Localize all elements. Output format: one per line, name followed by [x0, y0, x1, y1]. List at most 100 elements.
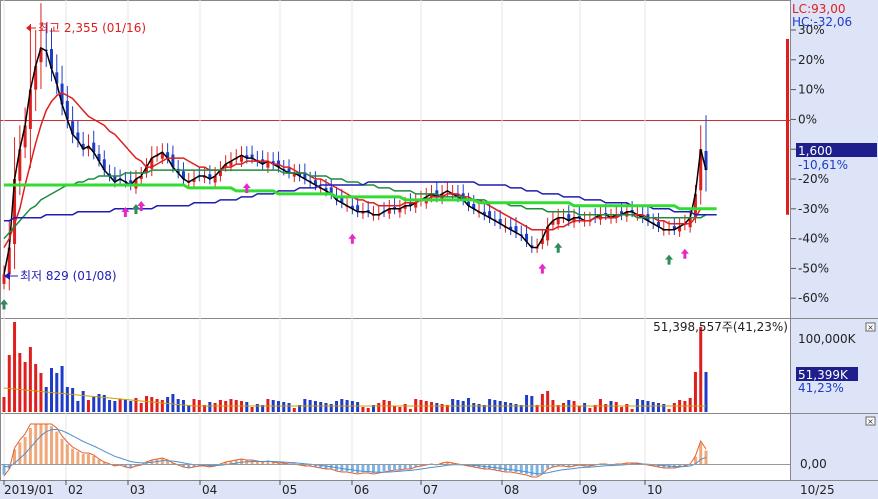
volume-bar	[356, 402, 360, 412]
volume-bar	[329, 404, 333, 412]
macd-bar	[97, 459, 101, 464]
volume-bar	[620, 407, 624, 412]
close-icon: ×	[867, 417, 874, 426]
volume-bar	[129, 401, 133, 412]
volume-bar	[113, 401, 117, 412]
x-tick-label: 10	[647, 483, 662, 497]
y-tick-label: 0%	[798, 112, 817, 126]
x-tick-label: 08	[504, 483, 519, 497]
volume-bar	[604, 404, 608, 412]
macd-bar	[345, 464, 349, 472]
x-tick-label: 07	[423, 483, 438, 497]
macd-bar	[65, 444, 69, 464]
volume-bar	[155, 399, 159, 412]
macd-bar	[356, 464, 360, 473]
volume-bar	[672, 403, 676, 412]
macd-bar	[382, 464, 386, 472]
volume-bar	[662, 404, 666, 412]
volume-bar	[76, 401, 80, 412]
lc-label: LC:93,00	[792, 2, 845, 16]
y-tick-label: -50%	[798, 261, 829, 275]
macd-bar	[76, 451, 80, 464]
current-volume: 51,399K	[798, 368, 849, 382]
macd-bar	[39, 424, 43, 464]
volume-bar	[139, 403, 143, 412]
volume-bar	[44, 387, 48, 412]
y-tick-label: 20%	[798, 53, 825, 67]
macd-bar	[44, 424, 48, 464]
macd-bar	[23, 437, 27, 464]
volume-bar	[509, 403, 513, 412]
macd-bar	[377, 464, 381, 473]
volume-bar	[435, 403, 439, 412]
macd-bar	[350, 464, 354, 473]
x-tick-label: 02	[68, 483, 83, 497]
volume-bar	[160, 400, 164, 412]
macd-bar	[50, 426, 54, 464]
volume-bar	[546, 391, 550, 412]
volume-bar	[245, 402, 249, 412]
volume-bar	[18, 353, 22, 412]
volume-bar	[60, 366, 64, 412]
range-bar	[786, 38, 789, 215]
macd-bar	[503, 464, 507, 472]
high-label: 최고 2,355 (01/16)	[38, 21, 146, 35]
volume-bar	[86, 400, 90, 412]
x-axis-right-label: 10/25	[800, 483, 835, 497]
volume-bar	[366, 408, 370, 412]
volume-bar	[282, 402, 286, 412]
volume-bar	[530, 396, 534, 412]
volume-bar	[34, 364, 38, 412]
macd-bar	[71, 448, 75, 464]
volume-bar	[181, 400, 185, 412]
volume-bar	[7, 355, 11, 412]
current-price: 1,600	[798, 144, 832, 158]
y-tick-label: -60%	[798, 291, 829, 305]
volume-bar	[667, 409, 671, 412]
x-tick-label: 09	[582, 483, 597, 497]
volume-bar	[525, 395, 529, 412]
volume-bar	[614, 402, 618, 412]
volume-bar	[292, 408, 296, 412]
x-tick-label: 03	[130, 483, 145, 497]
volume-bar	[625, 404, 629, 412]
volume-bar	[319, 402, 323, 412]
macd-bar	[60, 438, 64, 464]
volume-bar	[630, 409, 634, 412]
x-tick-label: 06	[354, 483, 369, 497]
volume-bar	[2, 397, 6, 412]
volume-bar	[583, 403, 587, 412]
stock-chart: × × 30%20%10%0%-10%-20%-30%-40%-50%-60% …	[0, 0, 878, 499]
volume-bar	[65, 387, 69, 412]
macd-bar	[55, 431, 59, 464]
volume-bar	[540, 394, 544, 412]
volume-bar	[503, 402, 507, 412]
macd-zero-label: 0,00	[800, 457, 827, 471]
volume-bar	[166, 397, 170, 412]
volume-header: 51,398,557주(41,23%)	[653, 320, 788, 334]
volume-bar	[440, 404, 444, 412]
volume-bar	[176, 399, 180, 412]
volume-bar	[361, 407, 365, 412]
volume-bar	[466, 398, 470, 412]
volume-bar	[92, 397, 96, 412]
macd-bar	[18, 442, 22, 464]
volume-bar	[577, 406, 581, 412]
volume-bar	[699, 327, 703, 412]
volume-bar	[561, 403, 565, 412]
y-tick-label: -30%	[798, 202, 829, 216]
y-tick-label: 10%	[798, 83, 825, 97]
chart-frame	[0, 0, 878, 499]
close-icon: ×	[867, 323, 874, 332]
current-change: -10,61%	[798, 158, 848, 172]
volume-bar	[656, 403, 660, 412]
volume-bar	[287, 403, 291, 412]
volume-bar	[408, 409, 412, 412]
macd-bar	[366, 464, 370, 473]
volume-bar	[213, 403, 217, 412]
volume-bar	[150, 397, 154, 412]
volume-bar	[71, 388, 75, 412]
volume-bar	[255, 404, 259, 412]
volume-bar	[50, 368, 54, 412]
x-tick-label: 05	[282, 483, 297, 497]
